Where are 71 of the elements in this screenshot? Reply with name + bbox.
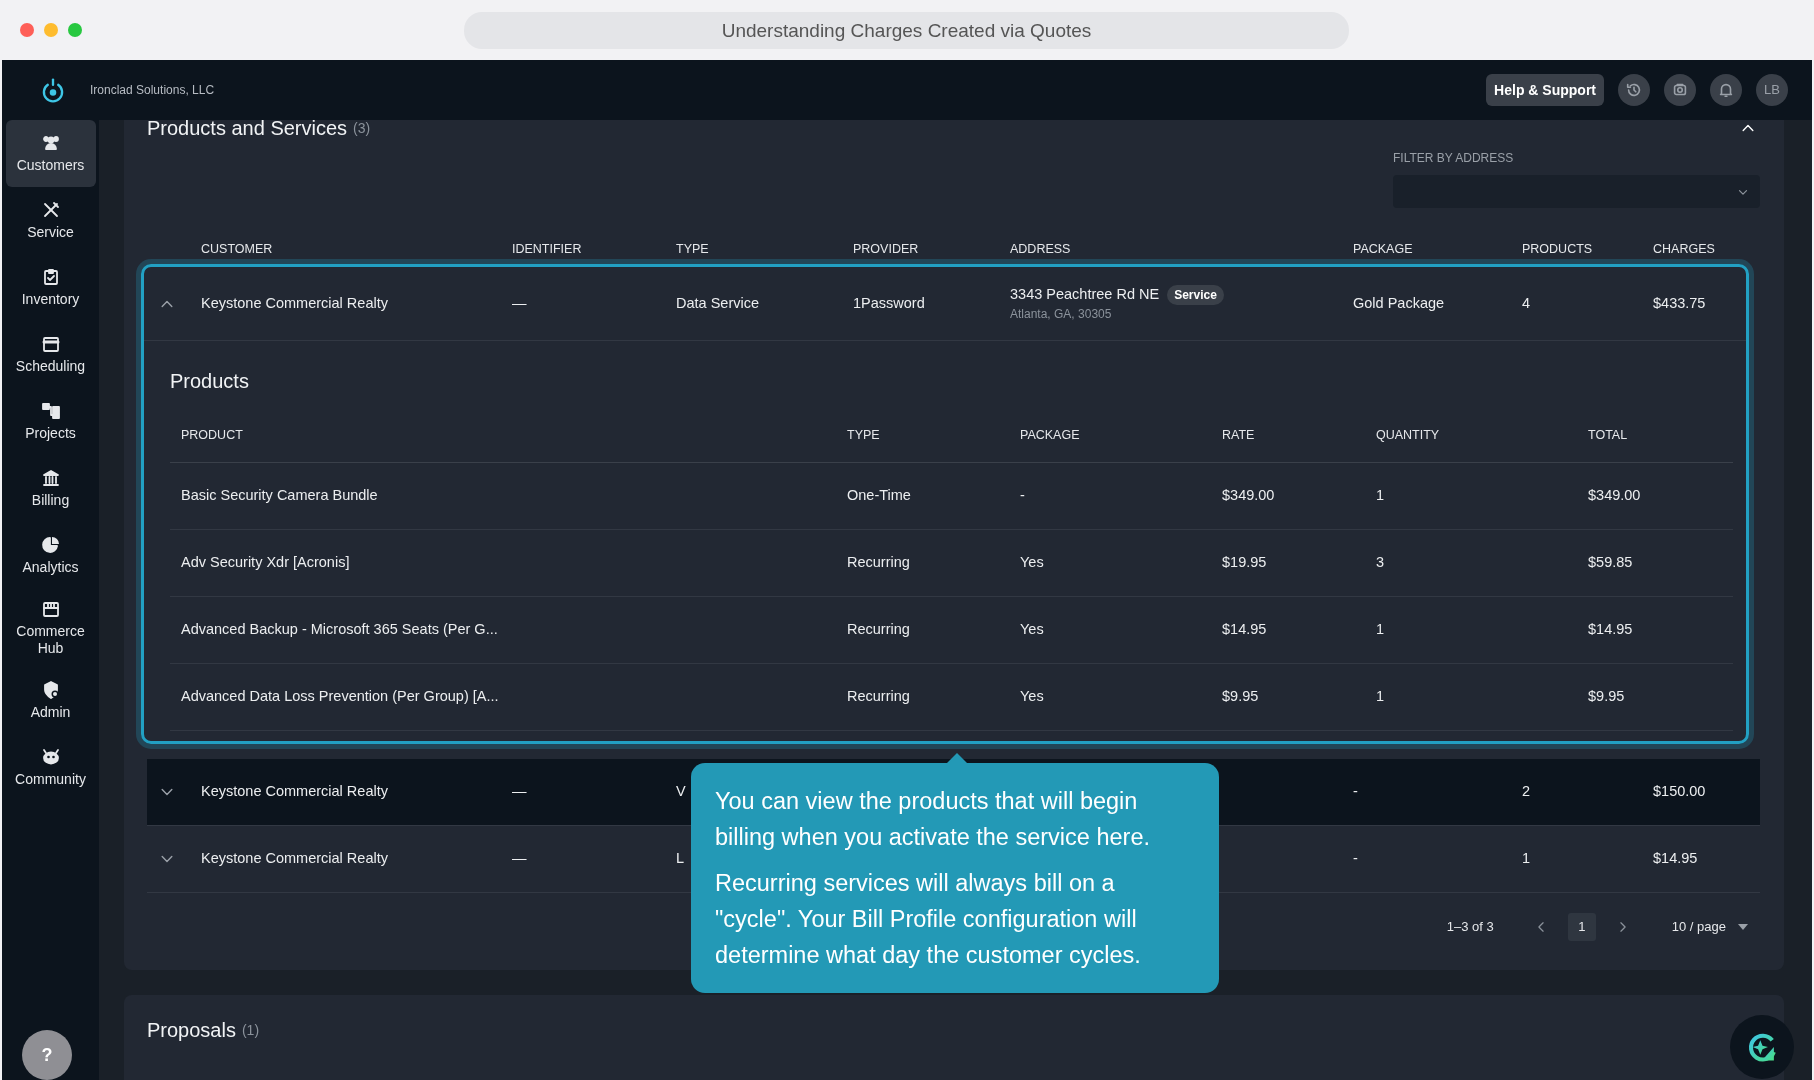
table-cell-text: $349.00 xyxy=(1588,486,1641,506)
column-header: TOTAL xyxy=(1588,427,1628,445)
column-header: PACKAGE xyxy=(1353,240,1413,258)
item-count: (3) xyxy=(353,118,371,138)
table-cell-text: Keystone Commercial Realty xyxy=(201,782,388,802)
table-cell-text: 1 xyxy=(1522,849,1531,869)
table-cell-text: 1Password xyxy=(853,293,925,313)
table-cell-text: $150.00 xyxy=(1653,782,1706,802)
column-header: IDENTIFIER xyxy=(512,240,582,258)
table-cell-text: — xyxy=(512,293,527,313)
table-cell-text: 3 xyxy=(1376,553,1385,573)
column-header: RATE xyxy=(1222,427,1255,445)
table-cell-text: $14.95 xyxy=(1653,849,1698,869)
table-cell-text: V xyxy=(676,782,686,802)
tooltip-text: You can view the products that will begin billing when you activate the service here. xyxy=(715,787,1151,852)
column-header: CUSTOMER xyxy=(201,240,273,258)
table-cell-text: Gold Package xyxy=(1353,293,1445,313)
table-cell-text: $59.85 xyxy=(1588,553,1633,573)
page-title: Understanding Charges Created via Quotes xyxy=(464,12,1349,49)
table-cell-text: Keystone Commercial Realty xyxy=(201,293,388,313)
item-count: (1) xyxy=(241,1020,260,1040)
service-tag: Service xyxy=(1167,284,1224,305)
table-cell-text: - xyxy=(1353,849,1358,869)
table-cell-text: $433.75 xyxy=(1653,293,1706,313)
section-title: Proposals xyxy=(147,1018,236,1043)
table-cell-text: $349.00 xyxy=(1222,486,1275,506)
table-cell-text: 4 xyxy=(1522,293,1531,313)
table-cell-text: $14.95 xyxy=(1222,620,1267,640)
column-header: CHARGES xyxy=(1653,240,1715,258)
subtable-title: Products xyxy=(170,369,250,393)
column-header: QUANTITY xyxy=(1376,427,1440,445)
table-cell-text: $9.95 xyxy=(1222,687,1259,707)
table-cell-text: $9.95 xyxy=(1588,687,1625,707)
table-cell-text: — xyxy=(512,782,527,802)
table-cell-text: 1 xyxy=(1376,687,1385,707)
company-name: Ironclad Solutions, LLC xyxy=(90,82,215,99)
table-cell-text: Advanced Backup - Microsoft 365 Seats (Per G... xyxy=(181,620,498,640)
table-cell-text: $19.95 xyxy=(1222,553,1267,573)
table-cell-text: $14.95 xyxy=(1588,620,1633,640)
table-cell-text: Basic Security Camera Bundle xyxy=(181,486,378,506)
table-cell-text: - xyxy=(1353,782,1358,802)
column-header: TYPE xyxy=(676,240,709,258)
city-line: Atlanta, GA, 30305 xyxy=(1010,306,1113,324)
table-cell-text: Advanced Data Loss Prevention (Per Group) [A... xyxy=(181,687,499,707)
filter-label: FILTER BY ADDRESS xyxy=(1393,151,1515,165)
table-cell-text: L xyxy=(676,849,685,869)
column-header: PRODUCTS xyxy=(1522,240,1593,258)
table-cell-text: 1 xyxy=(1376,486,1385,506)
table-cell-text: Keystone Commercial Realty xyxy=(201,849,388,869)
pagination-range: 1–3 of 3 xyxy=(1446,917,1494,936)
column-header: TYPE xyxy=(847,427,880,445)
table-cell-text: Recurring xyxy=(847,553,910,573)
table-cell-text: Adv Security Xdr [Acronis] xyxy=(181,553,350,573)
table-cell-text: Yes xyxy=(1020,620,1044,640)
table-cell-text: Data Service xyxy=(676,293,759,313)
address-line: 3343 Peachtree Rd NE xyxy=(1010,284,1160,304)
column-header: PROVIDER xyxy=(853,240,919,258)
table-cell-text: — xyxy=(512,849,527,869)
tooltip-text: Recurring services will always bill on a "cycle". Your Bill Profile configuration will determine what day the customer cycles. xyxy=(715,869,1142,970)
section-title: Products and Services xyxy=(147,116,348,141)
table-cell-text: Yes xyxy=(1020,687,1044,707)
column-header: PRODUCT xyxy=(181,427,243,445)
table-cell-text: One-Time xyxy=(847,486,911,506)
table-cell-text: 1 xyxy=(1376,620,1385,640)
column-header: PACKAGE xyxy=(1020,427,1080,445)
table-cell-text: Yes xyxy=(1020,553,1044,573)
table-cell-text: Recurring xyxy=(847,687,910,707)
column-header: ADDRESS xyxy=(1010,240,1071,258)
table-cell-text: Recurring xyxy=(847,620,910,640)
table-cell-text: 2 xyxy=(1522,782,1531,802)
table-cell-text: - xyxy=(1020,486,1025,506)
